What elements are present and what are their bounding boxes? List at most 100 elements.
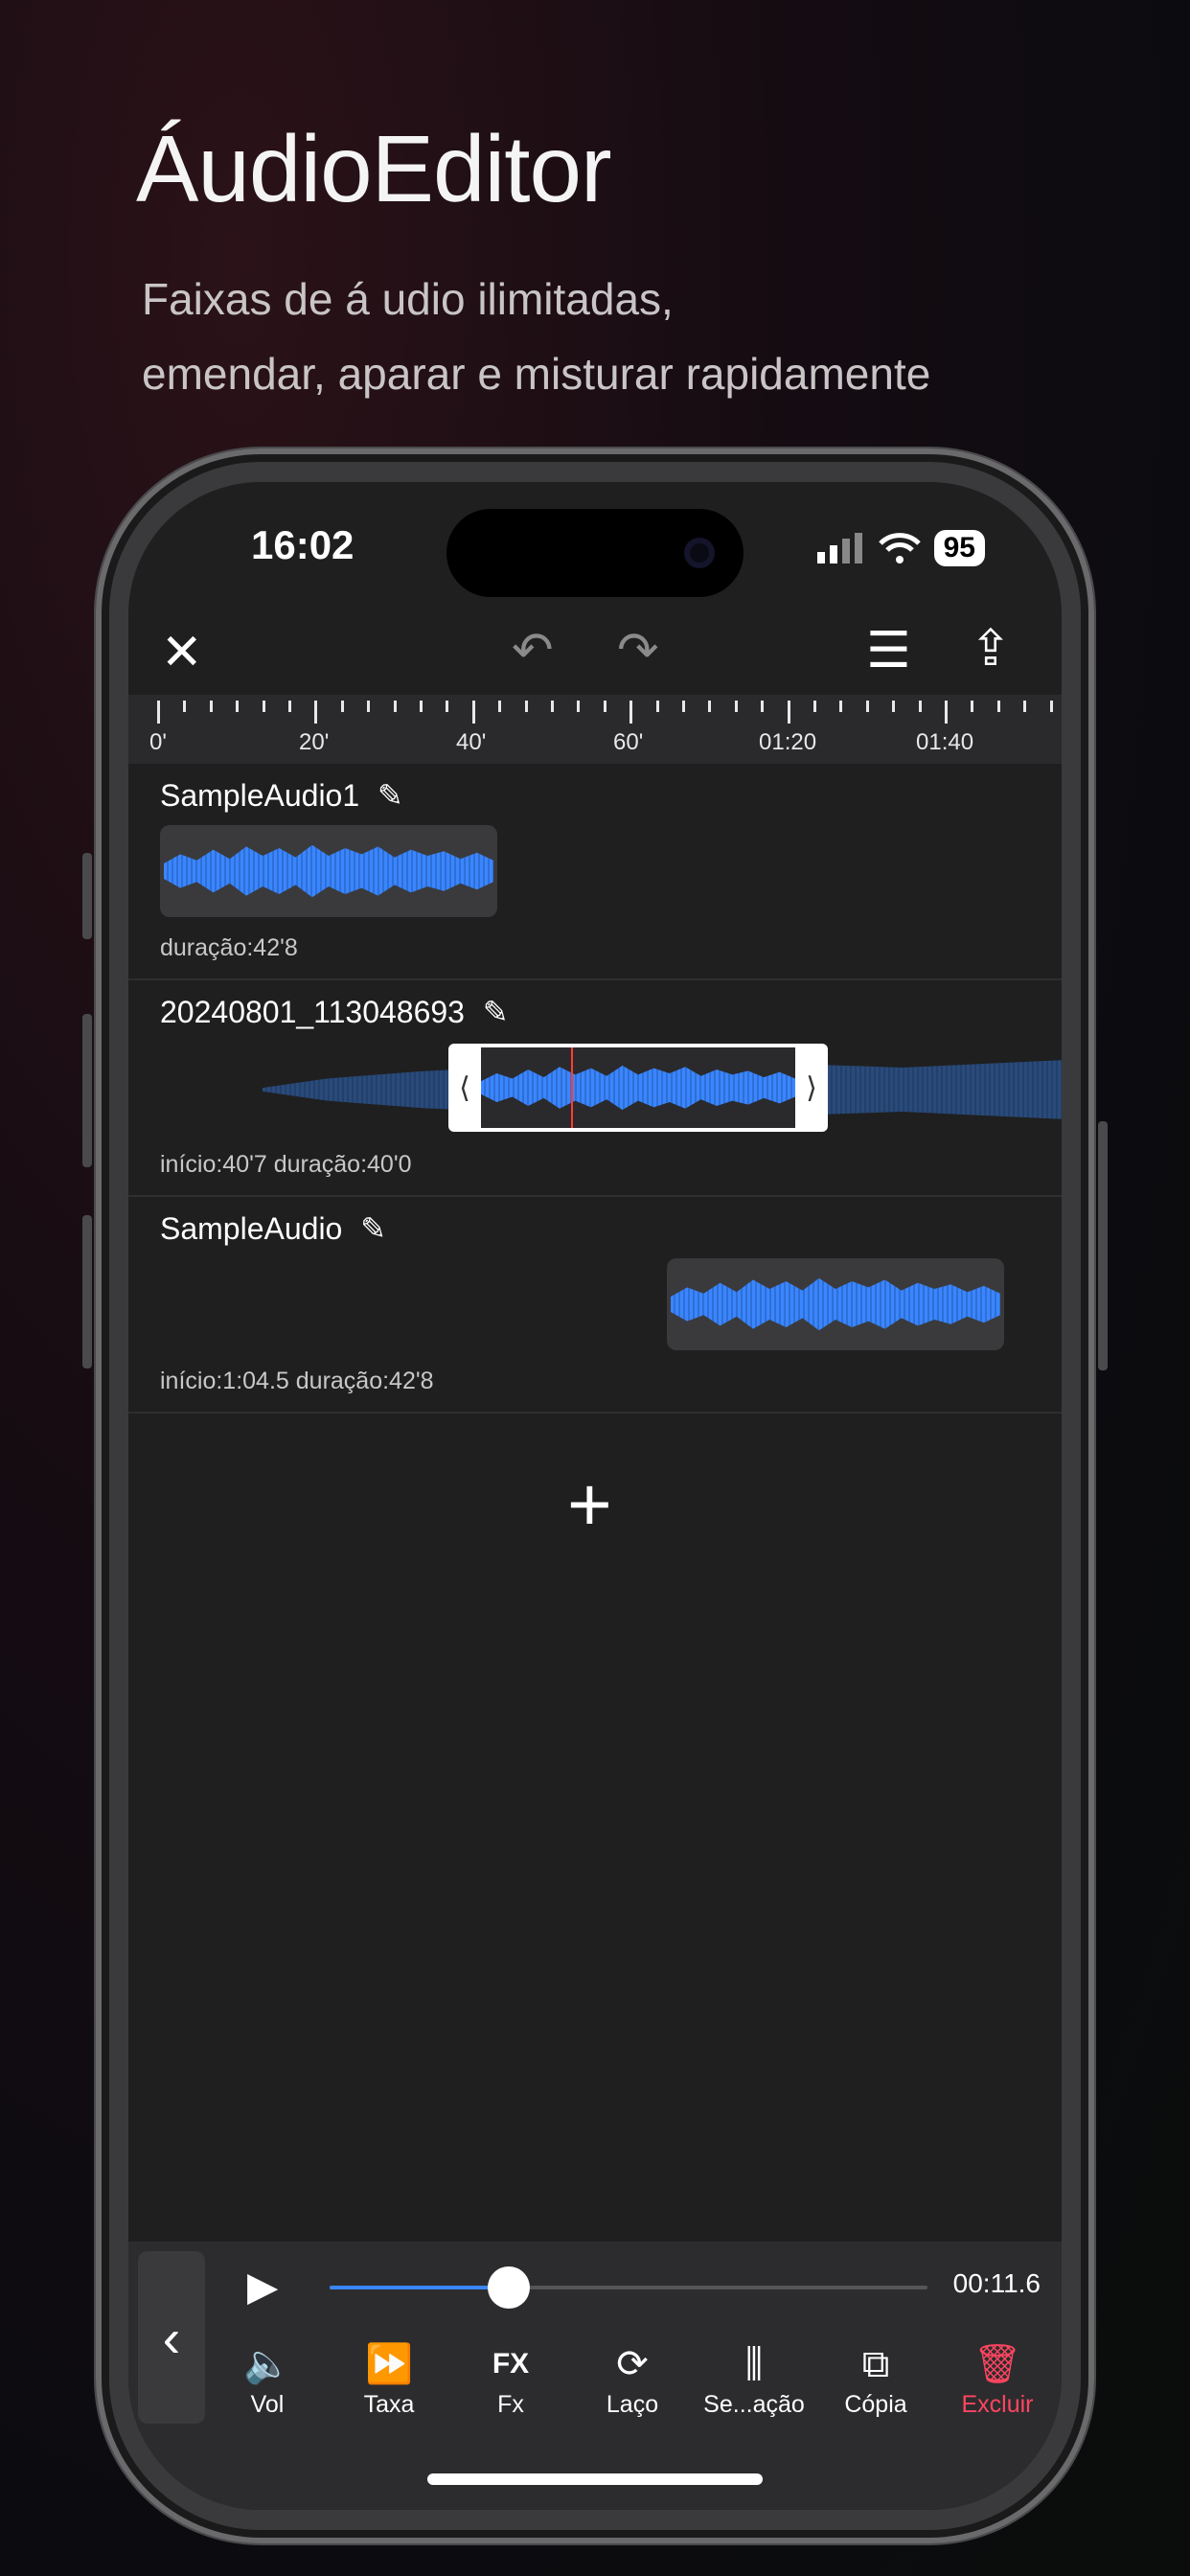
player-toolbar: ‹ ▶ 00:11.6 🔈 Vol ⏩ Taxa FX Fx ⟳ Laço ⫼ Se...…: [128, 2242, 1062, 2510]
tool-fx[interactable]: FX Fx: [458, 2337, 563, 2419]
ruler-tick: [761, 701, 765, 712]
loop-icon: ⟳: [616, 2343, 649, 2385]
track-divider: [128, 978, 1062, 980]
ruler-tick: [393, 701, 397, 712]
tool-label: Vol: [250, 2391, 285, 2418]
ruler-tick: [446, 701, 449, 712]
tool-rate[interactable]: ⏩ Taxa: [336, 2337, 442, 2419]
edit-icon[interactable]: ✎: [360, 1211, 386, 1246]
ruler-tick: [996, 701, 1000, 712]
edit-icon[interactable]: ✎: [378, 778, 403, 813]
edit-icon[interactable]: ✎: [483, 995, 509, 1029]
tool-label: Cópia: [844, 2391, 907, 2418]
tool-volume[interactable]: 🔈 Vol: [215, 2337, 320, 2419]
add-track-button[interactable]: +: [567, 1466, 612, 1543]
ruler-label-80: 01:20: [759, 729, 817, 755]
volume-up-button: [82, 1014, 92, 1167]
playback-slider[interactable]: [330, 2266, 927, 2309]
share-icon[interactable]: ⇪: [970, 624, 1012, 674]
ruler-tick: [813, 701, 816, 712]
track-meta-1: duração:42'8: [160, 934, 298, 961]
track-divider: [128, 1412, 1062, 1414]
wifi-icon: [878, 533, 921, 564]
trash-icon: 🗑: [973, 2343, 1022, 2385]
waveform: [671, 1277, 1000, 1331]
tool-loop[interactable]: ⟳ Laço: [580, 2337, 685, 2419]
ruler-tick: [577, 701, 581, 712]
ruler-tick: [682, 701, 685, 712]
tool-label: Laço: [606, 2391, 659, 2418]
ruler-tick: [603, 701, 606, 712]
track-title-3[interactable]: SampleAudio ✎: [160, 1210, 386, 1247]
ruler-tick: [734, 701, 738, 712]
status-indicators: 95: [816, 530, 985, 566]
close-icon[interactable]: ✕: [161, 628, 203, 678]
ruler-label-100: 01:40: [916, 729, 974, 755]
ruler-tick: [1023, 701, 1027, 712]
ruler-tick: [524, 701, 528, 712]
fx-icon: FX: [492, 2348, 530, 2380]
track-name: SampleAudio1: [160, 778, 360, 813]
ruler-tick: [288, 701, 291, 712]
ruler-tick: [367, 701, 371, 712]
tool-split[interactable]: ⫼ Se...ação: [701, 2337, 807, 2419]
subheadline-line-2: emendar, aparar e misturar rapidamente: [142, 349, 931, 399]
fast-forward-icon: ⏩: [365, 2343, 413, 2385]
menu-icon[interactable]: ☰: [866, 626, 911, 676]
track-divider: [128, 1195, 1062, 1197]
selection-handle-right[interactable]: ⟩: [795, 1044, 828, 1132]
silent-switch: [82, 853, 92, 939]
track-title-1[interactable]: SampleAudio1 ✎: [160, 777, 403, 814]
ruler-tick: [551, 701, 554, 712]
ruler-tick: [629, 701, 633, 724]
play-button[interactable]: ▶: [247, 2263, 278, 2310]
tool-delete[interactable]: 🗑 Excluir: [945, 2337, 1050, 2419]
ruler-tick: [787, 701, 790, 724]
ruler-tick: [157, 701, 160, 724]
status-time: 16:02: [251, 522, 355, 567]
ruler-tick: [340, 701, 344, 712]
volume-down-button: [82, 1215, 92, 1368]
tool-copy[interactable]: ⧉ Cópia: [823, 2337, 928, 2419]
waveform: [164, 844, 493, 898]
timeline-ruler[interactable]: 0' 20' 40' 60' 01:20 01:40: [128, 695, 1062, 764]
ruler-tick: [209, 701, 213, 712]
track-title-2[interactable]: 20240801_113048693 ✎: [160, 994, 509, 1030]
back-button[interactable]: ‹: [138, 2251, 205, 2424]
slider-progress: [330, 2286, 510, 2289]
ruler-label-60: 60': [613, 729, 644, 755]
track-meta-3: início:1:04.5 duração:42'8: [160, 1368, 434, 1394]
page-headline: ÁudioEditor: [136, 116, 612, 221]
ruler-tick: [314, 701, 318, 724]
redo-icon[interactable]: ↷: [617, 626, 659, 676]
home-indicator: [427, 2473, 763, 2485]
track-meta-2: início:40'7 duração:40'0: [160, 1151, 412, 1178]
undo-icon[interactable]: ↶: [512, 626, 554, 676]
audio-clip-1[interactable]: [160, 825, 497, 917]
subheadline-line-1: Faixas de á udio ilimitadas,: [142, 274, 674, 324]
ruler-tick: [498, 701, 502, 712]
tool-label: Excluir: [961, 2391, 1034, 2418]
slider-thumb[interactable]: [488, 2266, 531, 2309]
battery-indicator: 95: [933, 530, 985, 566]
ruler-tick: [945, 701, 948, 724]
playhead-marker[interactable]: [571, 1047, 573, 1128]
ruler-tick: [971, 701, 974, 712]
app-screen: 16:02 95 ✕ ↶ ↷ ☰ ⇪ 0' 20' 40' 60' 01:20 …: [128, 482, 1062, 2510]
ruler-tick: [183, 701, 187, 712]
ruler-tick: [892, 701, 896, 712]
selection-range[interactable]: ⟨ ⟩: [448, 1044, 828, 1132]
audio-clip-3[interactable]: [667, 1258, 1004, 1350]
speaker-icon: 🔈: [243, 2343, 291, 2385]
signal-icon: [816, 533, 862, 564]
ruler-tick: [865, 701, 869, 712]
elapsed-time: 00:11.6: [952, 2268, 1041, 2298]
copy-icon: ⧉: [861, 2343, 890, 2385]
selected-clip: [481, 1047, 795, 1128]
tool-label: Taxa: [363, 2391, 415, 2418]
tool-label: Se...ação: [703, 2391, 805, 2418]
selection-handle-left[interactable]: ⟨: [448, 1044, 481, 1132]
ruler-tick: [262, 701, 265, 712]
dynamic-island: [446, 509, 744, 597]
ruler-tick: [655, 701, 659, 712]
